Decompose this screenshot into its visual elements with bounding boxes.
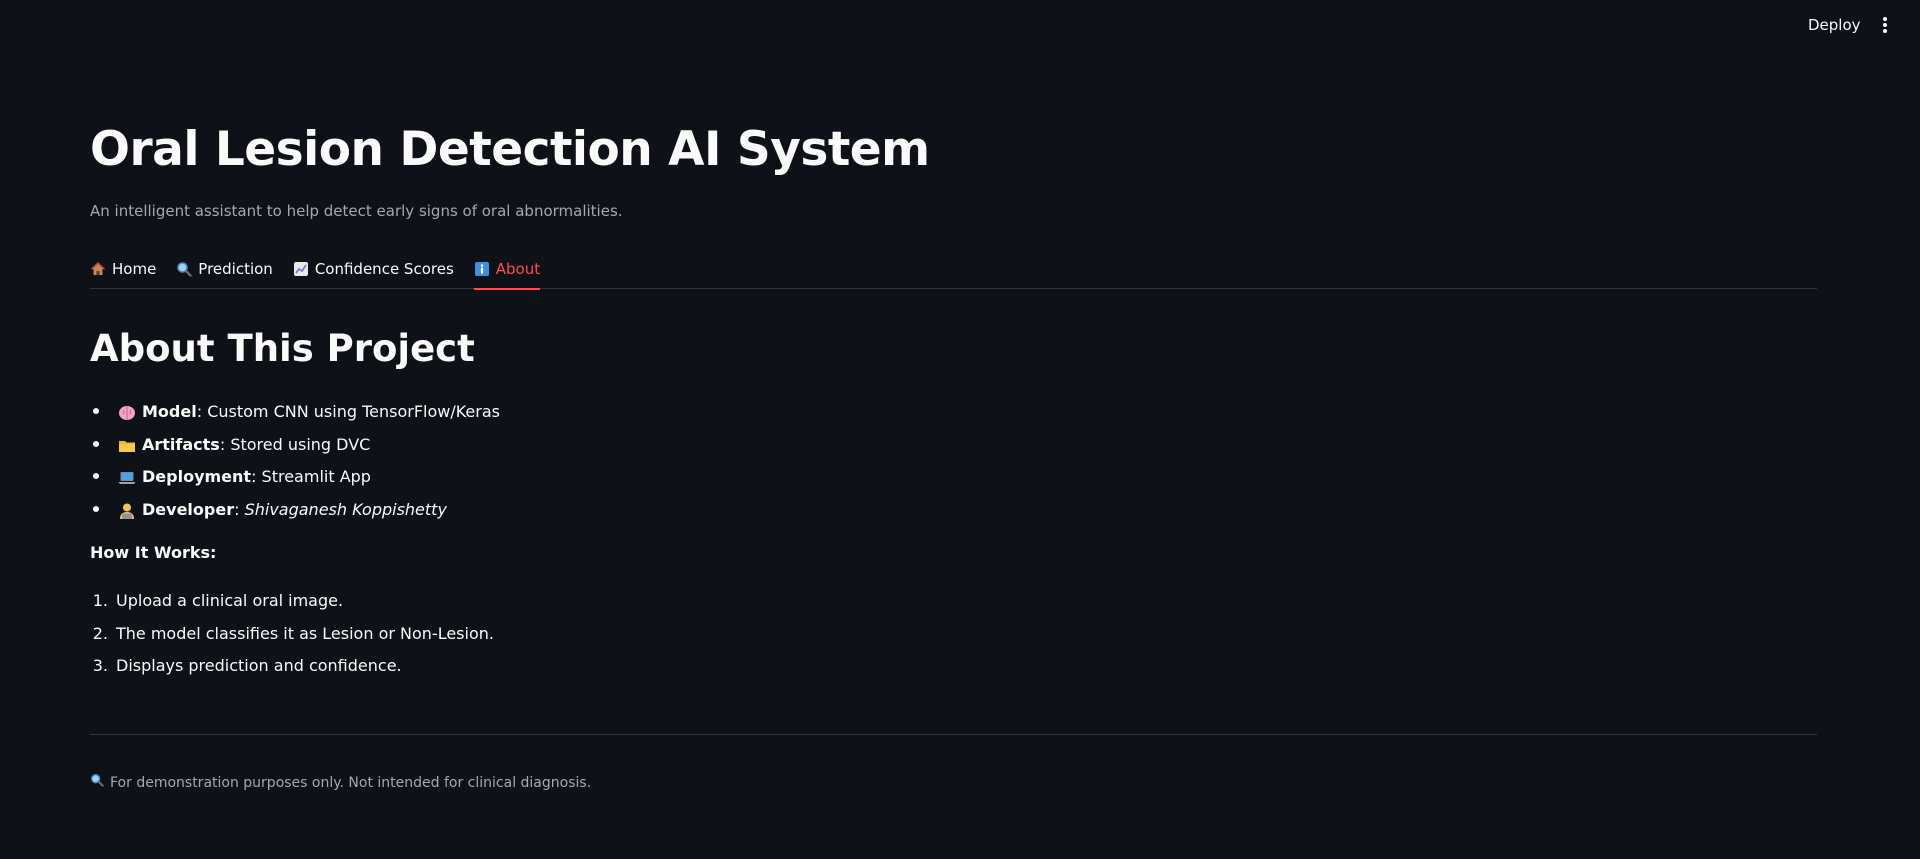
feature-separator: : [196,402,203,422]
page-subtitle: An intelligent assistant to help detect … [90,202,623,220]
page-title: Oral Lesion Detection AI System [90,122,930,177]
feature-label: Model [142,402,197,422]
feature-value: Streamlit App [261,467,371,487]
feature-separator: : [234,499,240,519]
tab-confidence-scores[interactable]: Confidence Scores [293,248,454,289]
list-item: 1. Upload a clinical oral image. [90,587,494,620]
step-text: Upload a clinical oral image. [116,591,344,610]
steps-list: 1. Upload a clinical oral image. 2. The … [90,587,494,685]
list-item: Deployment: Streamlit App [90,461,500,494]
list-item: 3. Displays prediction and confidence. [90,652,494,685]
vertical-ellipsis-icon[interactable] [1872,12,1898,38]
tab-about[interactable]: About [473,248,541,290]
tab-label: Confidence Scores [314,259,454,278]
list-item: Artifacts: Stored using DVC [90,429,500,462]
how-it-works-heading: How It Works: [90,543,217,562]
magnifier-icon [90,772,104,794]
divider [90,734,1817,735]
step-text: The model classifies it as Lesion or Non… [116,623,494,643]
tab-home[interactable]: Home [90,248,156,289]
feature-separator: : [219,434,226,454]
step-number: 3. [92,656,108,675]
brain-icon [118,403,136,421]
step-number: 1. [92,591,108,610]
feature-label: Deployment [142,467,252,487]
feature-label: Artifacts [142,434,220,454]
app-header: Deploy [0,0,1920,50]
tab-label: Prediction [198,259,273,278]
feature-separator: : [251,467,257,487]
feature-value: Shivaganesh Koppishetty [244,499,447,519]
tab-prediction[interactable]: Prediction [176,248,273,289]
deploy-button[interactable]: Deploy [1800,12,1869,38]
house-icon [90,261,106,277]
list-item: 2. The model classifies it as Lesion or … [90,620,494,653]
laptop-icon [118,468,136,486]
info-icon [474,261,490,277]
tab-bar: Home Prediction Confidence Scores About [90,248,1817,290]
list-item: Developer: Shivaganesh Koppishetty [90,494,500,527]
footer-disclaimer: For demonstration purposes only. Not int… [90,772,591,794]
step-text: Displays prediction and confidence. [116,656,402,675]
section-title: About This Project [90,327,475,370]
tab-label: About [495,259,541,278]
list-item: Model: Custom CNN using TensorFlow/Keras [90,396,500,429]
magnifier-icon [176,261,192,277]
chart-icon [293,261,309,277]
feature-value: Stored using DVC [230,434,371,454]
feature-value: Custom CNN using TensorFlow/Keras [207,402,500,422]
tab-label: Home [112,259,157,278]
disclaimer-text: For demonstration purposes only. Not int… [110,775,592,791]
developer-icon [118,501,136,519]
feature-list: Model: Custom CNN using TensorFlow/Keras… [90,396,500,526]
step-number: 2. [92,623,108,643]
feature-label: Developer [142,499,235,519]
folder-icon [118,436,136,454]
